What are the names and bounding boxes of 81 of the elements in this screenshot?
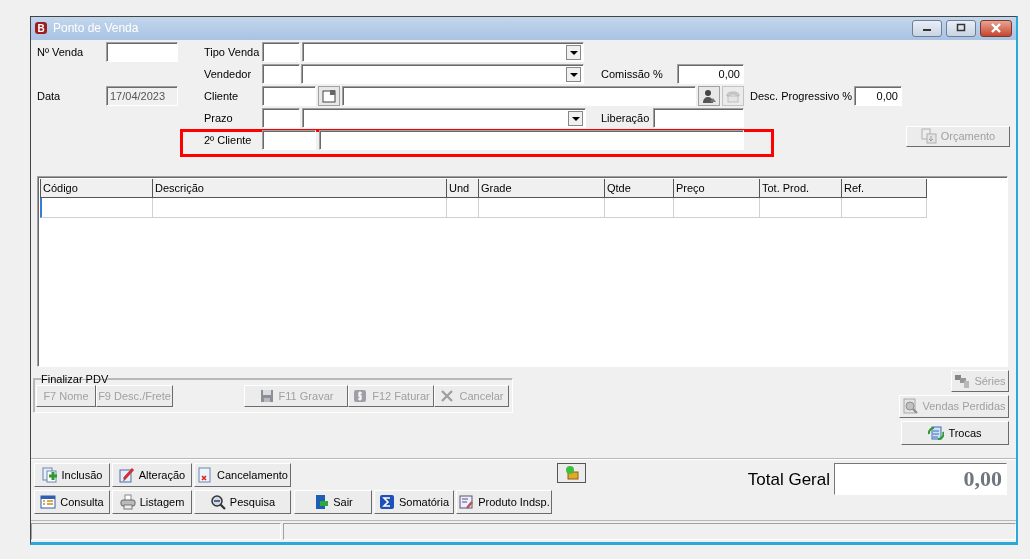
- field-label: Nº Venda: [37, 45, 85, 58]
- search-icon: [209, 494, 226, 511]
- dollar-icon: [352, 387, 369, 404]
- toolbar-button[interactable]: Alteração: [112, 463, 192, 488]
- person-icon: [701, 87, 717, 104]
- table-cell[interactable]: [479, 197, 605, 218]
- card-icon: [321, 87, 337, 104]
- app-icon: B: [35, 22, 47, 35]
- total-label: Total Geral: [747, 470, 830, 491]
- field-label: Cliente: [204, 89, 240, 102]
- door-icon: [313, 494, 330, 511]
- cash-icon: [563, 465, 580, 482]
- toolbar-button[interactable]: Listagem: [112, 490, 192, 515]
- column-header[interactable]: Qtde: [605, 178, 674, 198]
- maximize-button[interactable]: [946, 19, 976, 37]
- table-cell[interactable]: [40, 197, 153, 218]
- field-label: Vendedor: [204, 67, 253, 80]
- client-name-field[interactable]: [342, 85, 696, 106]
- commission-field[interactable]: 0,00: [677, 63, 744, 84]
- release-field[interactable]: [653, 107, 744, 128]
- cross-icon: [439, 387, 456, 404]
- table-cell[interactable]: [153, 197, 447, 218]
- magnifier-document-icon: [902, 398, 919, 415]
- pencil-document-icon: [118, 467, 135, 484]
- code-field[interactable]: [262, 41, 300, 62]
- window-title: Ponto de Venda: [53, 21, 139, 36]
- field-label: Tipo Venda: [204, 45, 261, 58]
- sale-number-field[interactable]: [106, 41, 178, 62]
- sigma-icon: [378, 494, 395, 511]
- document-plus-icon: [41, 467, 58, 484]
- minimize-button[interactable]: [912, 19, 942, 37]
- field-label: Comissão %: [601, 67, 664, 80]
- table-cell[interactable]: [842, 197, 927, 218]
- table-cell[interactable]: [605, 197, 674, 218]
- table-cell[interactable]: [674, 197, 760, 218]
- maximize-icon: [956, 23, 966, 34]
- close-icon: [990, 23, 1002, 34]
- toolbar-button[interactable]: Sair: [294, 490, 372, 515]
- field-label: Data: [37, 89, 62, 102]
- toolbar-button[interactable]: Pesquisa: [194, 490, 291, 515]
- icon-button[interactable]: [698, 85, 720, 106]
- code-field[interactable]: [262, 129, 316, 150]
- toolbar-button[interactable]: Consulta: [34, 490, 110, 515]
- column-header[interactable]: Grade: [479, 178, 605, 198]
- toolbar-button[interactable]: Produto Indsp.: [456, 490, 552, 515]
- toolbar-button[interactable]: Cancelamento: [194, 463, 291, 488]
- column-header[interactable]: Código: [40, 178, 153, 198]
- field-label: Prazo: [204, 111, 234, 124]
- column-header[interactable]: Preço: [674, 178, 760, 198]
- column-header[interactable]: Ref.: [842, 178, 927, 198]
- icon-button[interactable]: [318, 85, 340, 106]
- toolbar-button[interactable]: Somatória: [374, 490, 454, 515]
- second-client-field[interactable]: [319, 129, 744, 150]
- code-field[interactable]: [262, 85, 316, 106]
- document-pen-icon: [458, 494, 475, 511]
- total-value: 0,00: [834, 463, 1007, 496]
- windows-icon: [954, 372, 971, 389]
- document-arrows-icon: [928, 424, 945, 441]
- column-header[interactable]: Und: [447, 178, 479, 198]
- field-label: Liberação: [601, 111, 651, 124]
- code-field[interactable]: [262, 63, 300, 84]
- list-window-icon: [40, 494, 57, 511]
- close-button[interactable]: [980, 19, 1012, 37]
- table-cell[interactable]: [760, 197, 842, 218]
- field-label: Desc. Progressivo %: [750, 89, 854, 102]
- dropdown-field[interactable]: [302, 107, 586, 128]
- printer-icon: [119, 494, 136, 511]
- column-header[interactable]: Descrição: [153, 178, 447, 198]
- table-cell[interactable]: [447, 197, 479, 218]
- side-button[interactable]: Trocas: [901, 420, 1009, 445]
- document-cross-icon: [197, 467, 214, 484]
- progressive-discount-field[interactable]: 0,00: [854, 85, 902, 106]
- dropdown-field[interactable]: [301, 63, 584, 84]
- code-field[interactable]: [262, 107, 300, 128]
- dropdown-field[interactable]: [302, 41, 584, 62]
- column-header[interactable]: Tot. Prod.: [760, 178, 842, 198]
- group-title: Finalizar PDV: [41, 372, 109, 385]
- field-label: 2º Cliente: [204, 132, 253, 148]
- toolbar-button[interactable]: Inclusão: [34, 463, 110, 488]
- document-arrow-icon: [920, 128, 937, 145]
- cash-button[interactable]: [557, 463, 586, 484]
